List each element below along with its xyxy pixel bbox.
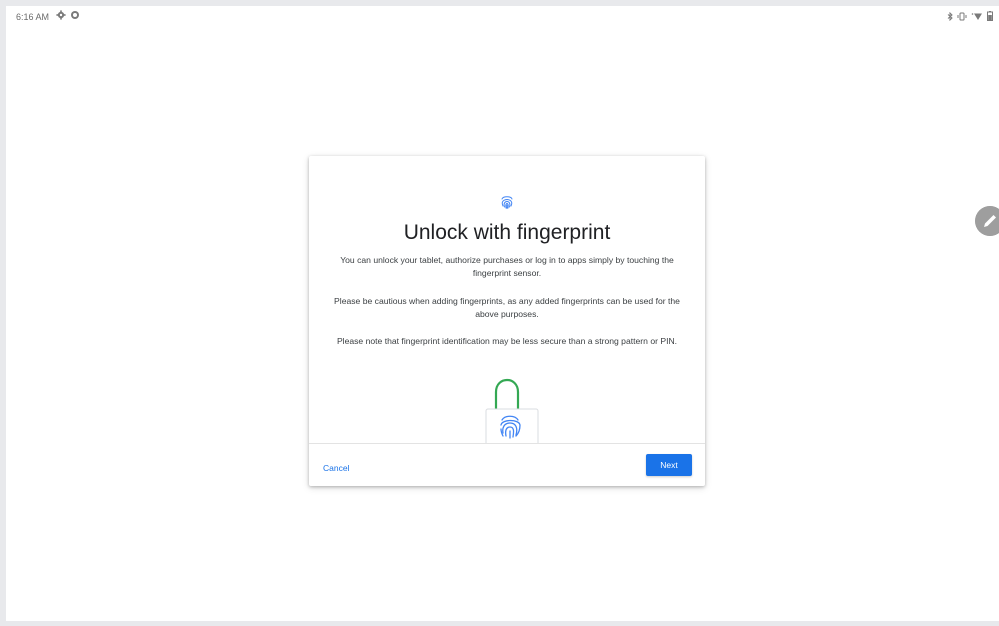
cancel-button[interactable]: Cancel [323,460,349,476]
edit-icon[interactable] [975,206,999,236]
vibrate-icon [957,12,967,20]
status-time: 6:16 AM [16,12,50,22]
tablet-screen: 6:16 AM Unlock with fingerprint You can … [6,6,999,621]
bluetooth-icon [947,11,953,21]
status-bar: 6:16 AM [6,6,999,28]
fingerprint-setup-dialog: Unlock with fingerprint You can unlock y… [309,156,705,486]
fingerprint-lock-illustration [485,378,539,443]
caution-paragraph: Please be cautious when adding fingerpri… [334,296,680,319]
security-note-paragraph: Please note that fingerprint identificat… [336,336,678,346]
intro-paragraph: You can unlock your tablet, authorize pu… [340,255,674,278]
dialog-title: Unlock with fingerprint [403,221,611,244]
next-button[interactable]: Next [646,454,692,476]
wifi-icon [971,12,982,20]
battery-icon [987,11,993,21]
status-icons [947,11,993,21]
fingerprint-icon [501,196,513,209]
settings-icon [56,10,66,20]
footer-divider [309,443,705,444]
circle-icon [71,11,79,19]
dialog-content: Unlock with fingerprint You can unlock y… [309,156,705,443]
